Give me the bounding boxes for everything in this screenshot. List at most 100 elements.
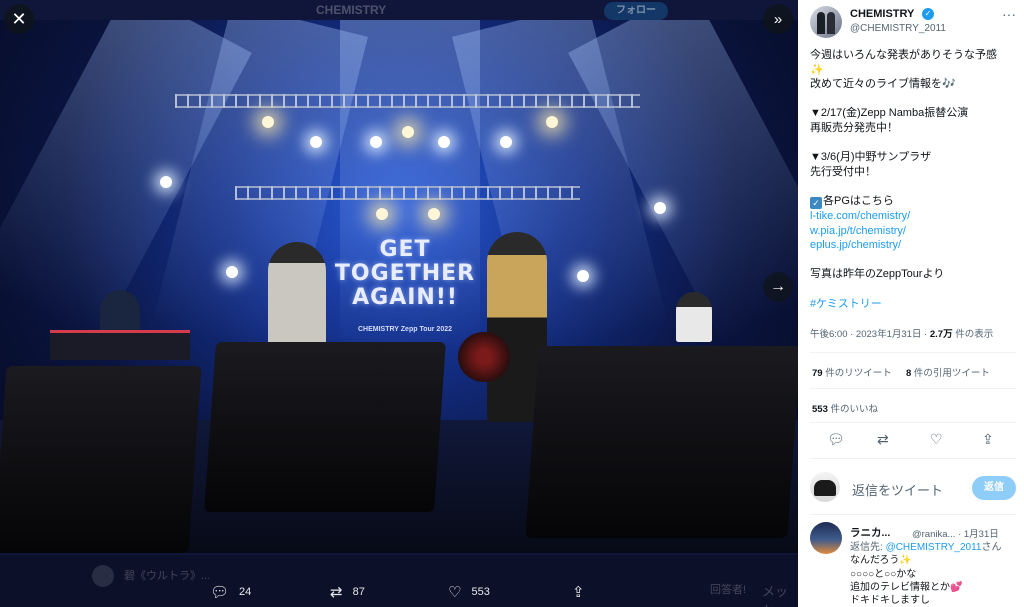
stage-light xyxy=(310,136,322,148)
reply-input[interactable]: 返信をツイート xyxy=(852,480,943,499)
divider xyxy=(810,514,1016,515)
like-action[interactable]: ♡ 553 xyxy=(448,583,490,601)
stage-monitor-center xyxy=(204,342,446,512)
media-action-bar: 💬︎ 24 ⇄ 87 ♡ 553 ⇪ xyxy=(0,575,798,607)
share-action[interactable]: ⇪ xyxy=(572,583,585,601)
avatar[interactable] xyxy=(810,6,842,38)
stage-light xyxy=(428,208,440,220)
stage-light xyxy=(262,116,274,128)
stage-light xyxy=(438,136,450,148)
divider xyxy=(810,352,1016,353)
retweets-stat[interactable]: 79 件のリツイート xyxy=(812,365,892,379)
music-notes-icon: 🎶 xyxy=(942,78,956,91)
quotes-stat[interactable]: 8 件の引用ツイート xyxy=(906,365,990,379)
reply-action[interactable]: 💬︎ 24 xyxy=(210,583,251,601)
stage-light xyxy=(376,208,388,220)
stage-light xyxy=(577,270,589,282)
share-icon: ⇪ xyxy=(572,584,585,601)
retweets-label: 件のリツイート xyxy=(822,368,892,379)
reply-line: ドキドキしますし xyxy=(850,595,930,607)
link-pia[interactable]: w.pia.jp/t/chemistry/ xyxy=(810,224,1016,239)
lighting-truss-lower xyxy=(235,186,580,200)
likes-stat[interactable]: 553 件のいいね xyxy=(812,401,878,415)
tweet-line: 先行受付中！ xyxy=(810,165,876,178)
tweet-line: ✓ 各PGはこちら xyxy=(810,194,1016,209)
reply-line: ○○○○と○○かな xyxy=(850,568,917,580)
views-count: 2.7万 xyxy=(929,329,953,340)
reply-line-text: なんだろう xyxy=(850,555,900,567)
reply-text: 返信先: @CHEMISTRY_2011さん なんだろう✨ ○○○○と○○かな … xyxy=(850,541,1024,607)
stage-screen-subtitle: CHEMISTRY Zepp Tour 2022 xyxy=(358,326,452,333)
heart-icon[interactable]: ♡ xyxy=(930,431,943,448)
tweet-timestamp[interactable]: 午後6:00 · 2023年1月31日 · xyxy=(810,329,930,340)
reply-icon: 💬︎ xyxy=(210,584,230,601)
reply-button[interactable]: 返信 xyxy=(972,476,1016,500)
tweet-line: ▼3/6(月)中野サンプラザ xyxy=(810,151,932,164)
link-ltike[interactable]: l-tike.com/chemistry/ xyxy=(810,209,1016,224)
media-viewer: CHEMISTRY フォロー GET TOGETHER AGAIN!! CHEM… xyxy=(0,0,798,607)
guitarist xyxy=(676,292,712,342)
tweet-actions: 💬︎ ⇄ ♡ ⇪ xyxy=(810,428,1016,452)
double-chevron-right-icon: » xyxy=(773,10,783,28)
likes-label: 件のいいね xyxy=(827,404,878,415)
tweet-meta: 午後6:00 · 2023年1月31日 · 2.7万 件の表示 xyxy=(810,326,993,340)
drum-kit xyxy=(458,332,510,382)
stage-light xyxy=(402,126,414,138)
concert-photo[interactable]: GET TOGETHER AGAIN!! CHEMISTRY Zepp Tour… xyxy=(0,20,798,553)
tweet-line-text: 各PGはこちら xyxy=(823,194,894,207)
more-options-icon[interactable]: ··· xyxy=(1002,6,1016,22)
hearts-icon: 💕 xyxy=(950,581,963,593)
background-follow-button: フォロー xyxy=(604,2,668,20)
author-handle[interactable]: @CHEMISTRY_2011 xyxy=(850,23,946,34)
checkbox-icon: ✓ xyxy=(810,196,822,209)
keyboard-instrument xyxy=(50,330,190,360)
tweet-author[interactable]: CHEMISTRY ✓ @CHEMISTRY_2011 ··· xyxy=(810,6,1016,40)
link-eplus[interactable]: eplus.jp/chemistry/ xyxy=(810,238,1016,253)
close-button[interactable]: ✕ xyxy=(4,4,34,34)
share-icon[interactable]: ⇪ xyxy=(982,431,994,448)
lighting-truss-upper xyxy=(175,94,640,108)
tweet-text: 今週はいろんな発表がありそうな予感 ✨ 改めて近々のライブ情報を🎶 ▼2/17(… xyxy=(810,48,1016,311)
reply-line: なんだろう✨ xyxy=(850,554,1024,567)
retweet-count: 87 xyxy=(352,586,365,598)
avatar[interactable] xyxy=(810,522,842,554)
reply-line-text: 追加のテレビ情報とか xyxy=(850,581,950,593)
stage-light xyxy=(500,136,512,148)
reply-tweet[interactable]: ラニカ... @ranika... · 1月31日 返信先: @CHEMISTR… xyxy=(810,522,1024,607)
stage-light xyxy=(654,202,666,214)
retweet-icon: ⇄ xyxy=(330,584,343,601)
stage-light xyxy=(160,176,172,188)
reply-composer: 返信をツイート 返信 xyxy=(810,470,1016,506)
reply-icon[interactable]: 💬︎ xyxy=(827,431,845,448)
background-profile-name: CHEMISTRY xyxy=(316,3,387,17)
author-name[interactable]: CHEMISTRY xyxy=(850,8,914,20)
divider xyxy=(810,458,1016,459)
stage-monitor-left xyxy=(0,366,202,553)
reply-count: 24 xyxy=(239,586,252,598)
reply-to-handle-link[interactable]: @CHEMISTRY_2011 xyxy=(886,542,982,553)
reply-author-name[interactable]: ラニカ... xyxy=(850,525,890,540)
background-profile-header: CHEMISTRY フォロー xyxy=(260,0,760,20)
sparkles-icon: ✨ xyxy=(899,555,912,567)
stage-screen-title: GET TOGETHER AGAIN!! xyxy=(330,238,480,310)
tweet-line: 再販売分発売中！ xyxy=(810,121,898,134)
reply-to-line: 返信先: @CHEMISTRY_2011さん xyxy=(850,541,1024,554)
arrow-right-icon: → xyxy=(770,278,786,295)
reply-to-prefix: 返信先: xyxy=(850,542,886,553)
tweet-line: 今週はいろんな発表がありそうな予感 xyxy=(810,49,997,61)
hashtag-link[interactable]: #ケミストリー xyxy=(810,297,1016,312)
reply-author-handle[interactable]: @ranika... · 1月31日 xyxy=(912,526,999,540)
retweet-icon[interactable]: ⇄ xyxy=(877,431,889,448)
reply-to-suffix: さん xyxy=(981,542,1002,553)
tweet-detail-panel: CHEMISTRY ✓ @CHEMISTRY_2011 ··· 今週はいろんな発… xyxy=(798,0,1024,607)
expand-panel-button[interactable]: » xyxy=(763,4,793,34)
next-image-button[interactable]: → xyxy=(763,272,793,302)
stage-monitor-right xyxy=(525,346,798,538)
retweet-action[interactable]: ⇄ 87 xyxy=(330,583,365,601)
heart-icon: ♡ xyxy=(448,584,462,601)
stage-light xyxy=(226,266,238,278)
